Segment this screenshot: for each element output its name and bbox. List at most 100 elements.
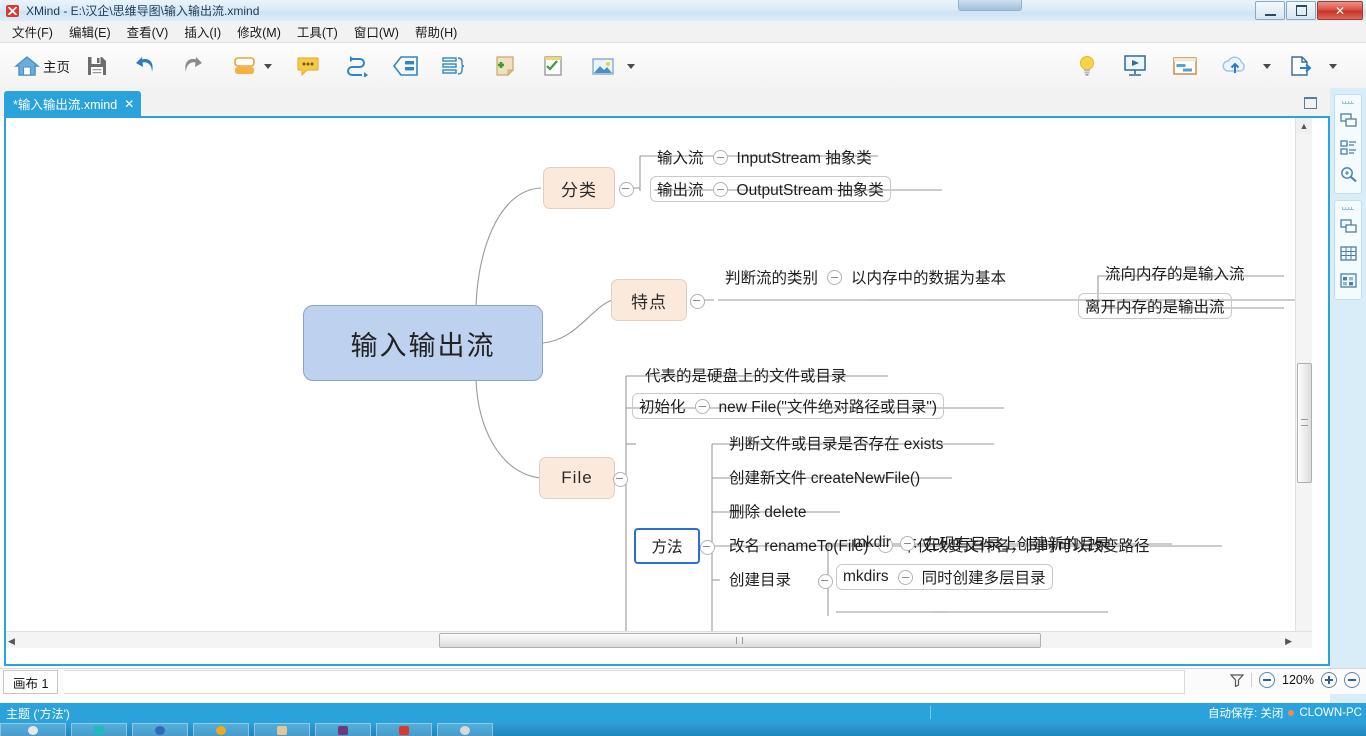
image-dropdown[interactable] [626, 49, 635, 83]
topic-mkdirs[interactable]: mkdirs 同时创建多层目录 [836, 564, 1053, 590]
search-zoom-icon[interactable] [1335, 162, 1361, 186]
topic-delete[interactable]: 删除 delete [722, 498, 814, 524]
home-button[interactable]: 主页 [6, 49, 78, 83]
zoom-fit-button[interactable] [1344, 672, 1360, 688]
scroll-left-arrow[interactable]: ◀ [8, 633, 15, 647]
topic-exists[interactable]: 判断文件或目录是否存在 exists [722, 430, 950, 456]
taskbar-item[interactable] [376, 723, 432, 736]
boundary-button[interactable] [388, 49, 422, 83]
taskbar-item[interactable] [437, 723, 493, 736]
restore-button[interactable] [1286, 1, 1316, 20]
horizontal-scrollbar[interactable]: ◀ ▶ [6, 631, 1312, 648]
taskbar-item[interactable] [71, 723, 127, 736]
relationship-button[interactable] [340, 49, 374, 83]
vertical-scrollbar[interactable]: ▲ ▼ [1295, 118, 1312, 648]
collapse-toggle-file[interactable] [613, 472, 628, 487]
collapse-toggle-judge-stream-type[interactable] [827, 269, 843, 285]
topic-shape-button[interactable] [228, 49, 262, 83]
taskbar-item[interactable] [132, 723, 188, 736]
sheet-tab-empty-area[interactable] [64, 670, 1185, 694]
redo-button[interactable] [176, 49, 210, 83]
taskbar-item[interactable] [254, 723, 310, 736]
close-icon[interactable]: ✕ [124, 98, 134, 110]
topic-shape-dropdown[interactable] [263, 49, 272, 83]
close-button[interactable]: ✕ [1317, 1, 1363, 20]
marker-button[interactable] [536, 49, 570, 83]
menu-tools[interactable]: 工具(T) [289, 20, 346, 43]
status-resize-handle[interactable] [930, 706, 931, 719]
root-topic[interactable]: 输入输出流 [303, 305, 543, 381]
menu-insert[interactable]: 插入(I) [176, 20, 229, 43]
cloud-upload-button[interactable] [1218, 49, 1252, 83]
zoom-in-button[interactable] [1321, 672, 1337, 688]
collapse-toggle-fangfa[interactable] [700, 540, 715, 555]
topic-leave-memory-output[interactable]: 离开内存的是输出流 [1078, 293, 1232, 319]
style-panel-icon[interactable] [1335, 268, 1361, 292]
presentation-button[interactable] [1118, 49, 1152, 83]
undo-button[interactable] [128, 49, 162, 83]
menu-window[interactable]: 窗口(W) [346, 20, 407, 43]
topic-leave-memory-output-label: 离开内存的是输出流 [1085, 299, 1225, 316]
dock-grip[interactable] [1335, 99, 1361, 105]
document-tab[interactable]: *输入输出流.xmind ✕ [4, 91, 142, 116]
zoom-controls: 120% [1229, 672, 1360, 688]
table-panel-icon[interactable] [1335, 241, 1361, 265]
topic-fangfa[interactable]: 方法 [634, 528, 700, 564]
properties-panel-icon[interactable] [1335, 214, 1361, 238]
menu-help[interactable]: 帮助(H) [407, 20, 465, 43]
funnel-filter-icon[interactable] [1229, 673, 1245, 688]
collapse-toggle-input-stream[interactable] [712, 149, 728, 165]
menu-file[interactable]: 文件(F) [4, 20, 61, 43]
horizontal-scroll-thumb[interactable] [439, 633, 1041, 648]
sheet-tab-canvas-1[interactable]: 画布 1 [3, 670, 59, 694]
cloud-upload-dropdown[interactable] [1262, 49, 1271, 83]
topic-create-new-file[interactable]: 创建新文件 createNewFile() [722, 464, 927, 490]
panel-restore-button[interactable] [1302, 94, 1318, 110]
taskbar-item[interactable] [193, 723, 249, 736]
taskbar-item[interactable] [315, 723, 371, 736]
collapse-toggle-output-stream[interactable] [712, 181, 728, 197]
topic-fenlei[interactable]: 分类 [543, 167, 615, 209]
outline-view-button[interactable] [1168, 49, 1202, 83]
topic-mkdir[interactable]: mkdir 在现有目录上创建新的目录 [846, 530, 1117, 556]
scroll-up-arrow[interactable]: ▲ [1296, 118, 1312, 134]
menu-edit[interactable]: 编辑(E) [61, 20, 119, 43]
collapse-toggle-mkdir[interactable] [899, 535, 915, 551]
export-button[interactable] [1284, 49, 1318, 83]
taskbar-start-button[interactable] [0, 723, 66, 736]
menu-view[interactable]: 查看(V) [119, 20, 177, 43]
image-button[interactable] [586, 49, 620, 83]
dock-grip[interactable] [1335, 205, 1361, 211]
collapse-toggle-tedian[interactable] [690, 294, 705, 309]
topic-input-stream[interactable]: 输入流 InputStream 抽象类 [650, 144, 879, 170]
menu-modify[interactable]: 修改(M) [229, 20, 289, 43]
comment-button[interactable] [291, 49, 325, 83]
vertical-scroll-thumb[interactable] [1297, 363, 1312, 483]
collapse-toggle-init[interactable] [694, 398, 710, 414]
scroll-right-arrow[interactable]: ▶ [1285, 633, 1292, 647]
topic-create-dir-label: 创建目录 [729, 572, 792, 589]
collapse-toggle-mkdirs[interactable] [897, 569, 913, 585]
topic-tedian[interactable]: 特点 [611, 279, 687, 321]
zoom-out-button[interactable] [1259, 672, 1276, 688]
properties-panel-icon[interactable] [1335, 108, 1361, 132]
topic-init[interactable]: 初始化 new File("文件绝对路径或目录") [632, 393, 945, 419]
note-button[interactable] [488, 49, 522, 83]
topic-to-memory-input[interactable]: 流向内存的是输入流 [1098, 260, 1252, 286]
map-canvas[interactable]: 输入输出流 分类 输入流 InputStream 抽象类 输出流 OutputS… [6, 118, 1312, 648]
home-label: 主页 [43, 60, 70, 75]
brainstorm-button[interactable] [1070, 49, 1104, 83]
collapse-toggle-fenlei[interactable] [619, 182, 634, 197]
boundary-icon [392, 56, 418, 76]
topic-represents-disk-file[interactable]: 代表的是硬盘上的文件或目录 [638, 362, 854, 388]
save-button[interactable] [80, 49, 114, 83]
topic-file[interactable]: File [539, 457, 615, 499]
outline-panel-icon[interactable] [1335, 135, 1361, 159]
minimize-button[interactable] [1255, 1, 1285, 20]
summary-button[interactable] [436, 49, 470, 83]
export-dropdown[interactable] [1328, 49, 1337, 83]
topic-output-stream[interactable]: 输出流 OutputStream 抽象类 [650, 176, 891, 202]
collapse-toggle-create-dir[interactable] [818, 574, 833, 589]
topic-create-dir[interactable]: 创建目录 [722, 566, 798, 592]
topic-judge-stream-type[interactable]: 判断流的类别 以内存中的数据为基本 [718, 264, 1013, 290]
